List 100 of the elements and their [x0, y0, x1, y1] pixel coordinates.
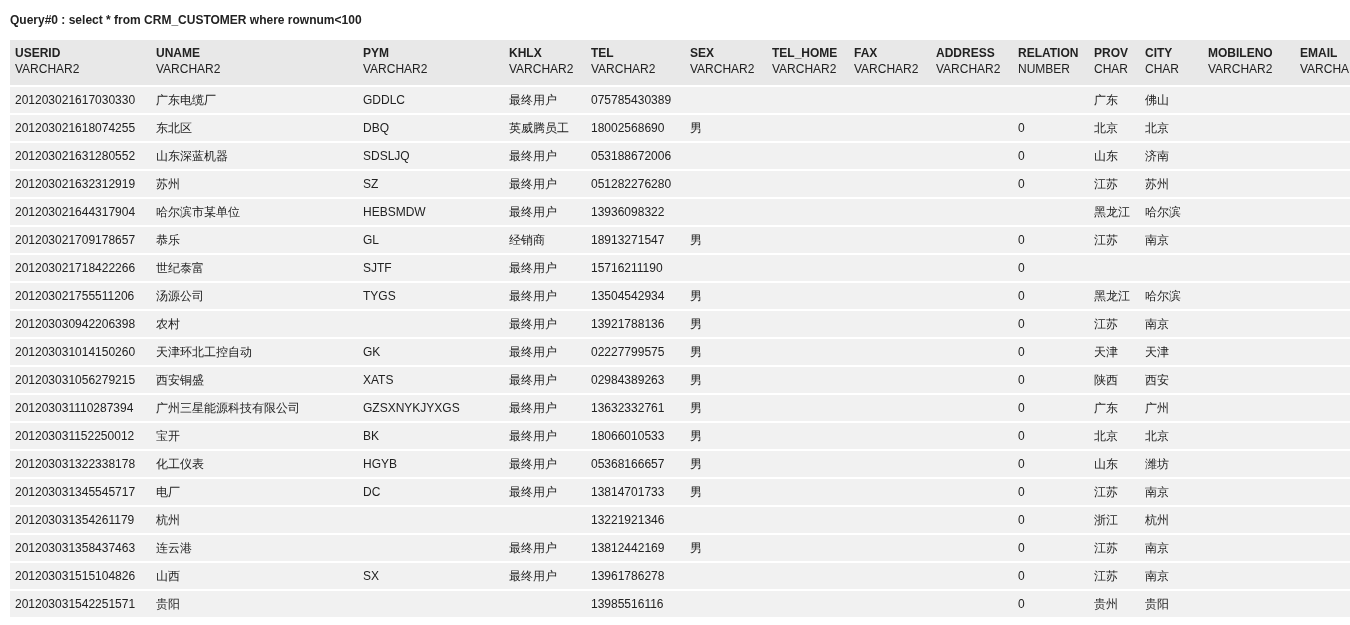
table-cell: 江苏: [1089, 170, 1140, 198]
table-cell: 13814701733: [586, 478, 685, 506]
table-cell: 男: [685, 310, 767, 338]
table-cell: 201203021632312919: [10, 170, 151, 198]
table-cell: 男: [685, 478, 767, 506]
table-cell: 南京: [1140, 226, 1203, 254]
table-cell: 浙江: [1089, 506, 1140, 534]
table-cell: 西安: [1140, 366, 1203, 394]
table-cell: 宝开: [151, 422, 358, 450]
table-cell: 山西: [151, 562, 358, 590]
column-header: TEL_HOME VARCHAR2: [767, 40, 849, 86]
table-cell: 天津: [1140, 338, 1203, 366]
table-cell: 南京: [1140, 562, 1203, 590]
table-cell: 201203031515104826: [10, 562, 151, 590]
table-cell: 最终用户: [504, 254, 586, 282]
column-header: TEL VARCHAR2: [586, 40, 685, 86]
table-cell: 北京: [1089, 114, 1140, 142]
column-header: SEX VARCHAR2: [685, 40, 767, 86]
table-cell: 0: [1013, 562, 1089, 590]
table-cell: 哈尔滨: [1140, 198, 1203, 226]
table-cell: 201203021709178657: [10, 226, 151, 254]
table-cell: 0: [1013, 170, 1089, 198]
table-cell: 13936098322: [586, 198, 685, 226]
table-cell: GK: [358, 338, 504, 366]
column-header: CITY CHAR: [1140, 40, 1203, 86]
table-cell: 南京: [1140, 310, 1203, 338]
table-cell: 哈尔滨: [1140, 282, 1203, 310]
table-cell: 051282276280: [586, 170, 685, 198]
table-cell: 南京: [1140, 534, 1203, 562]
table-cell: 0: [1013, 366, 1089, 394]
table-cell: 最终用户: [504, 142, 586, 170]
table-cell: 0: [1013, 226, 1089, 254]
table-cell: 0: [1013, 394, 1089, 422]
table-cell: 02227799575: [586, 338, 685, 366]
table-cell: 苏州: [151, 170, 358, 198]
table-cell: 201203031014150260: [10, 338, 151, 366]
table-cell: 男: [685, 338, 767, 366]
table-cell: 南京: [1140, 478, 1203, 506]
table-cell: 201203021618074255: [10, 114, 151, 142]
table-cell: 0: [1013, 422, 1089, 450]
table-cell: GDDLC: [358, 86, 504, 114]
table-cell: 075785430389: [586, 86, 685, 114]
table-cell: 东北区: [151, 114, 358, 142]
column-header: RELATION NUMBER: [1013, 40, 1089, 86]
column-header: PYM VARCHAR2: [358, 40, 504, 86]
table-cell: 汤源公司: [151, 282, 358, 310]
table-cell: 农村: [151, 310, 358, 338]
table-cell: 最终用户: [504, 562, 586, 590]
table-cell: 最终用户: [504, 394, 586, 422]
table-cell: HGYB: [358, 450, 504, 478]
table-cell: 男: [685, 394, 767, 422]
table-cell: 世纪泰富: [151, 254, 358, 282]
table-cell: 最终用户: [504, 338, 586, 366]
table-cell: 0: [1013, 282, 1089, 310]
table-cell: 最终用户: [504, 478, 586, 506]
table-cell: 201203031542251571: [10, 590, 151, 618]
query-title: Query#0 : select * from CRM_CUSTOMER where rownum<100: [10, 13, 363, 29]
table-cell: 男: [685, 422, 767, 450]
table-cell: 杭州: [1140, 506, 1203, 534]
table-cell: XATS: [358, 366, 504, 394]
table-cell: 男: [685, 450, 767, 478]
table-cell: 经销商: [504, 226, 586, 254]
table-cell: SJTF: [358, 254, 504, 282]
table-cell: 电厂: [151, 478, 358, 506]
table-cell: 江苏: [1089, 478, 1140, 506]
table-cell: 贵阳: [1140, 590, 1203, 618]
table-cell: 0: [1013, 254, 1089, 282]
column-header: KHLX VARCHAR2: [504, 40, 586, 86]
table-cell: 天津: [1089, 338, 1140, 366]
column-header: PROV CHAR: [1089, 40, 1140, 86]
table-cell: 13961786278: [586, 562, 685, 590]
column-header: MOBILENO VARCHAR2: [1203, 40, 1295, 86]
table-cell: 0: [1013, 450, 1089, 478]
table-cell: TYGS: [358, 282, 504, 310]
table-cell: 201203031056279215: [10, 366, 151, 394]
table-cell: 男: [685, 226, 767, 254]
table-cell: 杭州: [151, 506, 358, 534]
table-cell: 济南: [1140, 142, 1203, 170]
table-cell: 潍坊: [1140, 450, 1203, 478]
table-cell: 最终用户: [504, 534, 586, 562]
table-cell: 最终用户: [504, 170, 586, 198]
table-cell: SX: [358, 562, 504, 590]
table-cell: 053188672006: [586, 142, 685, 170]
table-cell: 18066010533: [586, 422, 685, 450]
table-cell: 江苏: [1089, 534, 1140, 562]
table-cell: 201203031345545717: [10, 478, 151, 506]
table-cell: 广东: [1089, 86, 1140, 114]
table-cell: 0: [1013, 478, 1089, 506]
table-cell: 201203021644317904: [10, 198, 151, 226]
table-cell: 男: [685, 114, 767, 142]
table-cell: 最终用户: [504, 310, 586, 338]
table-cell: 201203031152250012: [10, 422, 151, 450]
table-cell: 13985516116: [586, 590, 685, 618]
table-cell: 201203021755511206: [10, 282, 151, 310]
table-cell: 最终用户: [504, 366, 586, 394]
table-cell: 北京: [1140, 114, 1203, 142]
table-cell: 13921788136: [586, 310, 685, 338]
table-cell: 13632332761: [586, 394, 685, 422]
table-cell: 201203031110287394: [10, 394, 151, 422]
table-cell: 江苏: [1089, 226, 1140, 254]
